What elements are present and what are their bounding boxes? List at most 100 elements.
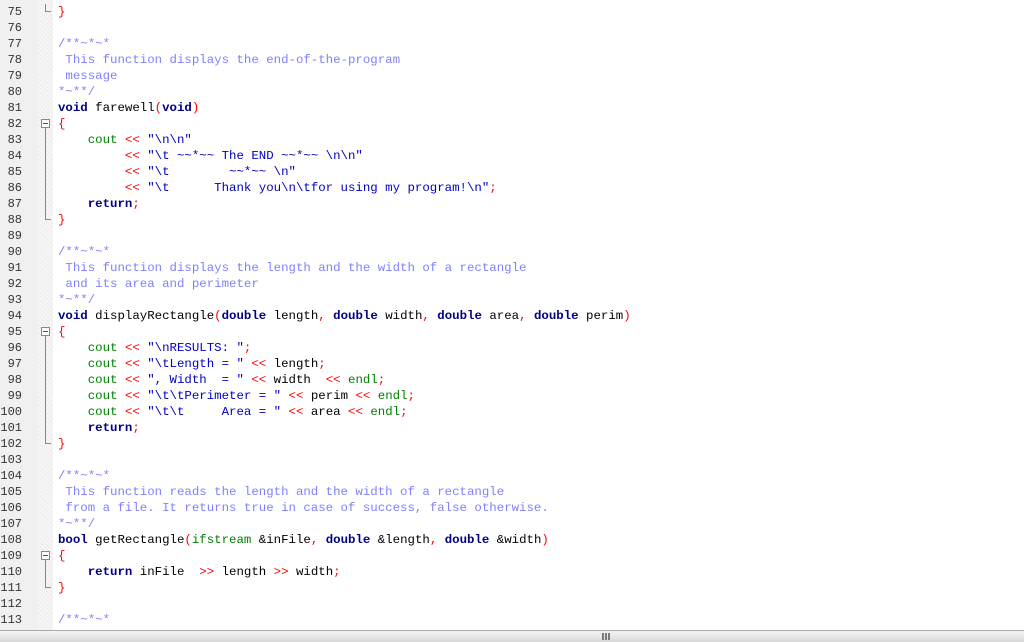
line-number: 78: [7, 53, 22, 67]
identifier: [58, 149, 125, 163]
code-editor[interactable]: 75} 76 77/**~*~* 78 This function displays …: [0, 0, 1024, 630]
code-line[interactable]: 98 cout << ", Width = " << width << endl…: [0, 372, 1024, 388]
code-text[interactable]: void farewell(void): [58, 100, 199, 116]
code-line[interactable]: 86 << "\t Thank you\n\tfor using my prog…: [0, 180, 1024, 196]
code-text[interactable]: /**~*~*: [58, 244, 110, 260]
code-text[interactable]: message: [58, 68, 117, 84]
code-line[interactable]: 92 and its area and perimeter: [0, 276, 1024, 292]
code-line[interactable]: 75}: [0, 4, 1024, 20]
code-text[interactable]: bool getRectangle(ifstream &inFile, doub…: [58, 532, 549, 548]
code-text[interactable]: /**~*~*: [58, 468, 110, 484]
code-text[interactable]: /**~*~*: [58, 612, 110, 628]
code-line[interactable]: 100 cout << "\t\t Area = " << area << en…: [0, 404, 1024, 420]
code-line[interactable]: 77 /**~*~*: [0, 36, 1024, 52]
code-line[interactable]: 108 bool getRectangle(ifstream &inFile, d…: [0, 532, 1024, 548]
code-text[interactable]: cout << "\t\t Area = " << area << endl;: [58, 404, 408, 420]
code-text[interactable]: This function displays the length and th…: [58, 260, 526, 276]
fold-line: [41, 404, 53, 420]
code-text[interactable]: }: [58, 212, 65, 228]
code-line[interactable]: 83 cout << "\n\n": [0, 132, 1024, 148]
code-text[interactable]: *~**/: [58, 84, 95, 100]
code-line[interactable]: 103: [0, 452, 1024, 468]
code-line[interactable]: 110 return inFile >> length >> width;: [0, 564, 1024, 580]
code-lines[interactable]: 75} 76 77/**~*~* 78 This function displays …: [0, 4, 1024, 628]
code-line[interactable]: 96 cout << "\nRESULTS: ";: [0, 340, 1024, 356]
fold-collapse-icon[interactable]: [41, 116, 53, 132]
code-line[interactable]: 91 This function displays the length and…: [0, 260, 1024, 276]
code-line[interactable]: 82 {: [0, 116, 1024, 132]
operator: ,: [422, 309, 430, 323]
code-text[interactable]: void displayRectangle(double length, dou…: [58, 308, 631, 324]
code-line[interactable]: 95 {: [0, 324, 1024, 340]
code-text[interactable]: }: [58, 436, 65, 452]
code-line[interactable]: 105 This function reads the length and t…: [0, 484, 1024, 500]
line-number: 76: [7, 21, 22, 35]
code-text[interactable]: }: [58, 4, 65, 20]
code-line[interactable]: 97 cout << "\tLength = " << length;: [0, 356, 1024, 372]
code-text[interactable]: {: [58, 324, 65, 340]
code-text[interactable]: and its area and perimeter: [58, 276, 258, 292]
code-line[interactable]: 107 *~**/: [0, 516, 1024, 532]
code-text[interactable]: This function reads the length and the w…: [58, 484, 504, 500]
code-line[interactable]: 90 /**~*~*: [0, 244, 1024, 260]
fold-line: [41, 388, 53, 404]
code-line[interactable]: 88}: [0, 212, 1024, 228]
code-line[interactable]: 87 return;: [0, 196, 1024, 212]
string-literal: "\t\tPerimeter = ": [139, 389, 289, 403]
code-line[interactable]: 94 void displayRectangle(double length, d…: [0, 308, 1024, 324]
code-text[interactable]: cout << "\n\n": [58, 132, 192, 148]
code-text[interactable]: *~**/: [58, 292, 95, 308]
code-text[interactable]: *~**/: [58, 516, 95, 532]
code-text[interactable]: {: [58, 548, 65, 564]
code-text[interactable]: cout << ", Width = " << width << endl;: [58, 372, 385, 388]
scrollbar-grip-icon[interactable]: [602, 633, 611, 640]
code-line[interactable]: 89: [0, 228, 1024, 244]
operator: >>: [273, 565, 289, 579]
code-line[interactable]: 104 /**~*~*: [0, 468, 1024, 484]
identifier: &width: [489, 533, 542, 547]
code-text[interactable]: cout << "\tLength = " << length;: [58, 356, 326, 372]
code-text[interactable]: << "\t Thank you\n\tfor using my program…: [58, 180, 497, 196]
horizontal-scrollbar[interactable]: [0, 630, 1024, 642]
code-line[interactable]: 109 {: [0, 548, 1024, 564]
fold-collapse-icon[interactable]: [41, 548, 53, 564]
code-line[interactable]: 112: [0, 596, 1024, 612]
comment: from a file. It returns true in case of …: [58, 501, 549, 515]
code-line[interactable]: 78 This function displays the end-of-the…: [0, 52, 1024, 68]
code-line[interactable]: 84 << "\t ~~*~~ The END ~~*~~ \n\n": [0, 148, 1024, 164]
code-line[interactable]: 93 *~**/: [0, 292, 1024, 308]
code-line[interactable]: 79 message: [0, 68, 1024, 84]
identifier: [118, 133, 125, 147]
keyword: double: [221, 309, 267, 323]
line-number: 92: [7, 277, 22, 291]
keyword: return: [87, 197, 133, 211]
code-text[interactable]: cout << "\nRESULTS: ";: [58, 340, 252, 356]
code-text[interactable]: /**~*~*: [58, 36, 110, 52]
line-number: 111: [0, 581, 22, 595]
code-line[interactable]: 99 cout << "\t\tPerimeter = " << perim <…: [0, 388, 1024, 404]
code-line[interactable]: 81 void farewell(void): [0, 100, 1024, 116]
code-line[interactable]: 106 from a file. It returns true in case…: [0, 500, 1024, 516]
code-text[interactable]: return inFile >> length >> width;: [58, 564, 341, 580]
code-line[interactable]: 85 << "\t ~~*~~ \n": [0, 164, 1024, 180]
code-line[interactable]: 113 /**~*~*: [0, 612, 1024, 628]
code-text[interactable]: << "\t ~~*~~ The END ~~*~~ \n\n": [58, 148, 363, 164]
code-text[interactable]: }: [58, 580, 65, 596]
keyword: bool: [58, 533, 88, 547]
code-line[interactable]: 76: [0, 20, 1024, 36]
code-text[interactable]: from a file. It returns true in case of …: [58, 500, 549, 516]
keyword: return: [87, 421, 133, 435]
code-text[interactable]: return;: [58, 196, 140, 212]
code-text[interactable]: return;: [58, 420, 140, 436]
fold-collapse-icon[interactable]: [41, 324, 53, 340]
code-line[interactable]: 80 *~**/: [0, 84, 1024, 100]
code-line[interactable]: 111}: [0, 580, 1024, 596]
string-literal: "\t\t Area = ": [139, 405, 289, 419]
identifier: [58, 165, 125, 179]
code-line[interactable]: 102}: [0, 436, 1024, 452]
code-text[interactable]: cout << "\t\tPerimeter = " << perim << e…: [58, 388, 415, 404]
code-text[interactable]: This function displays the end-of-the-pr…: [58, 52, 400, 68]
code-text[interactable]: {: [58, 116, 65, 132]
code-text[interactable]: << "\t ~~*~~ \n": [58, 164, 296, 180]
code-line[interactable]: 101 return;: [0, 420, 1024, 436]
